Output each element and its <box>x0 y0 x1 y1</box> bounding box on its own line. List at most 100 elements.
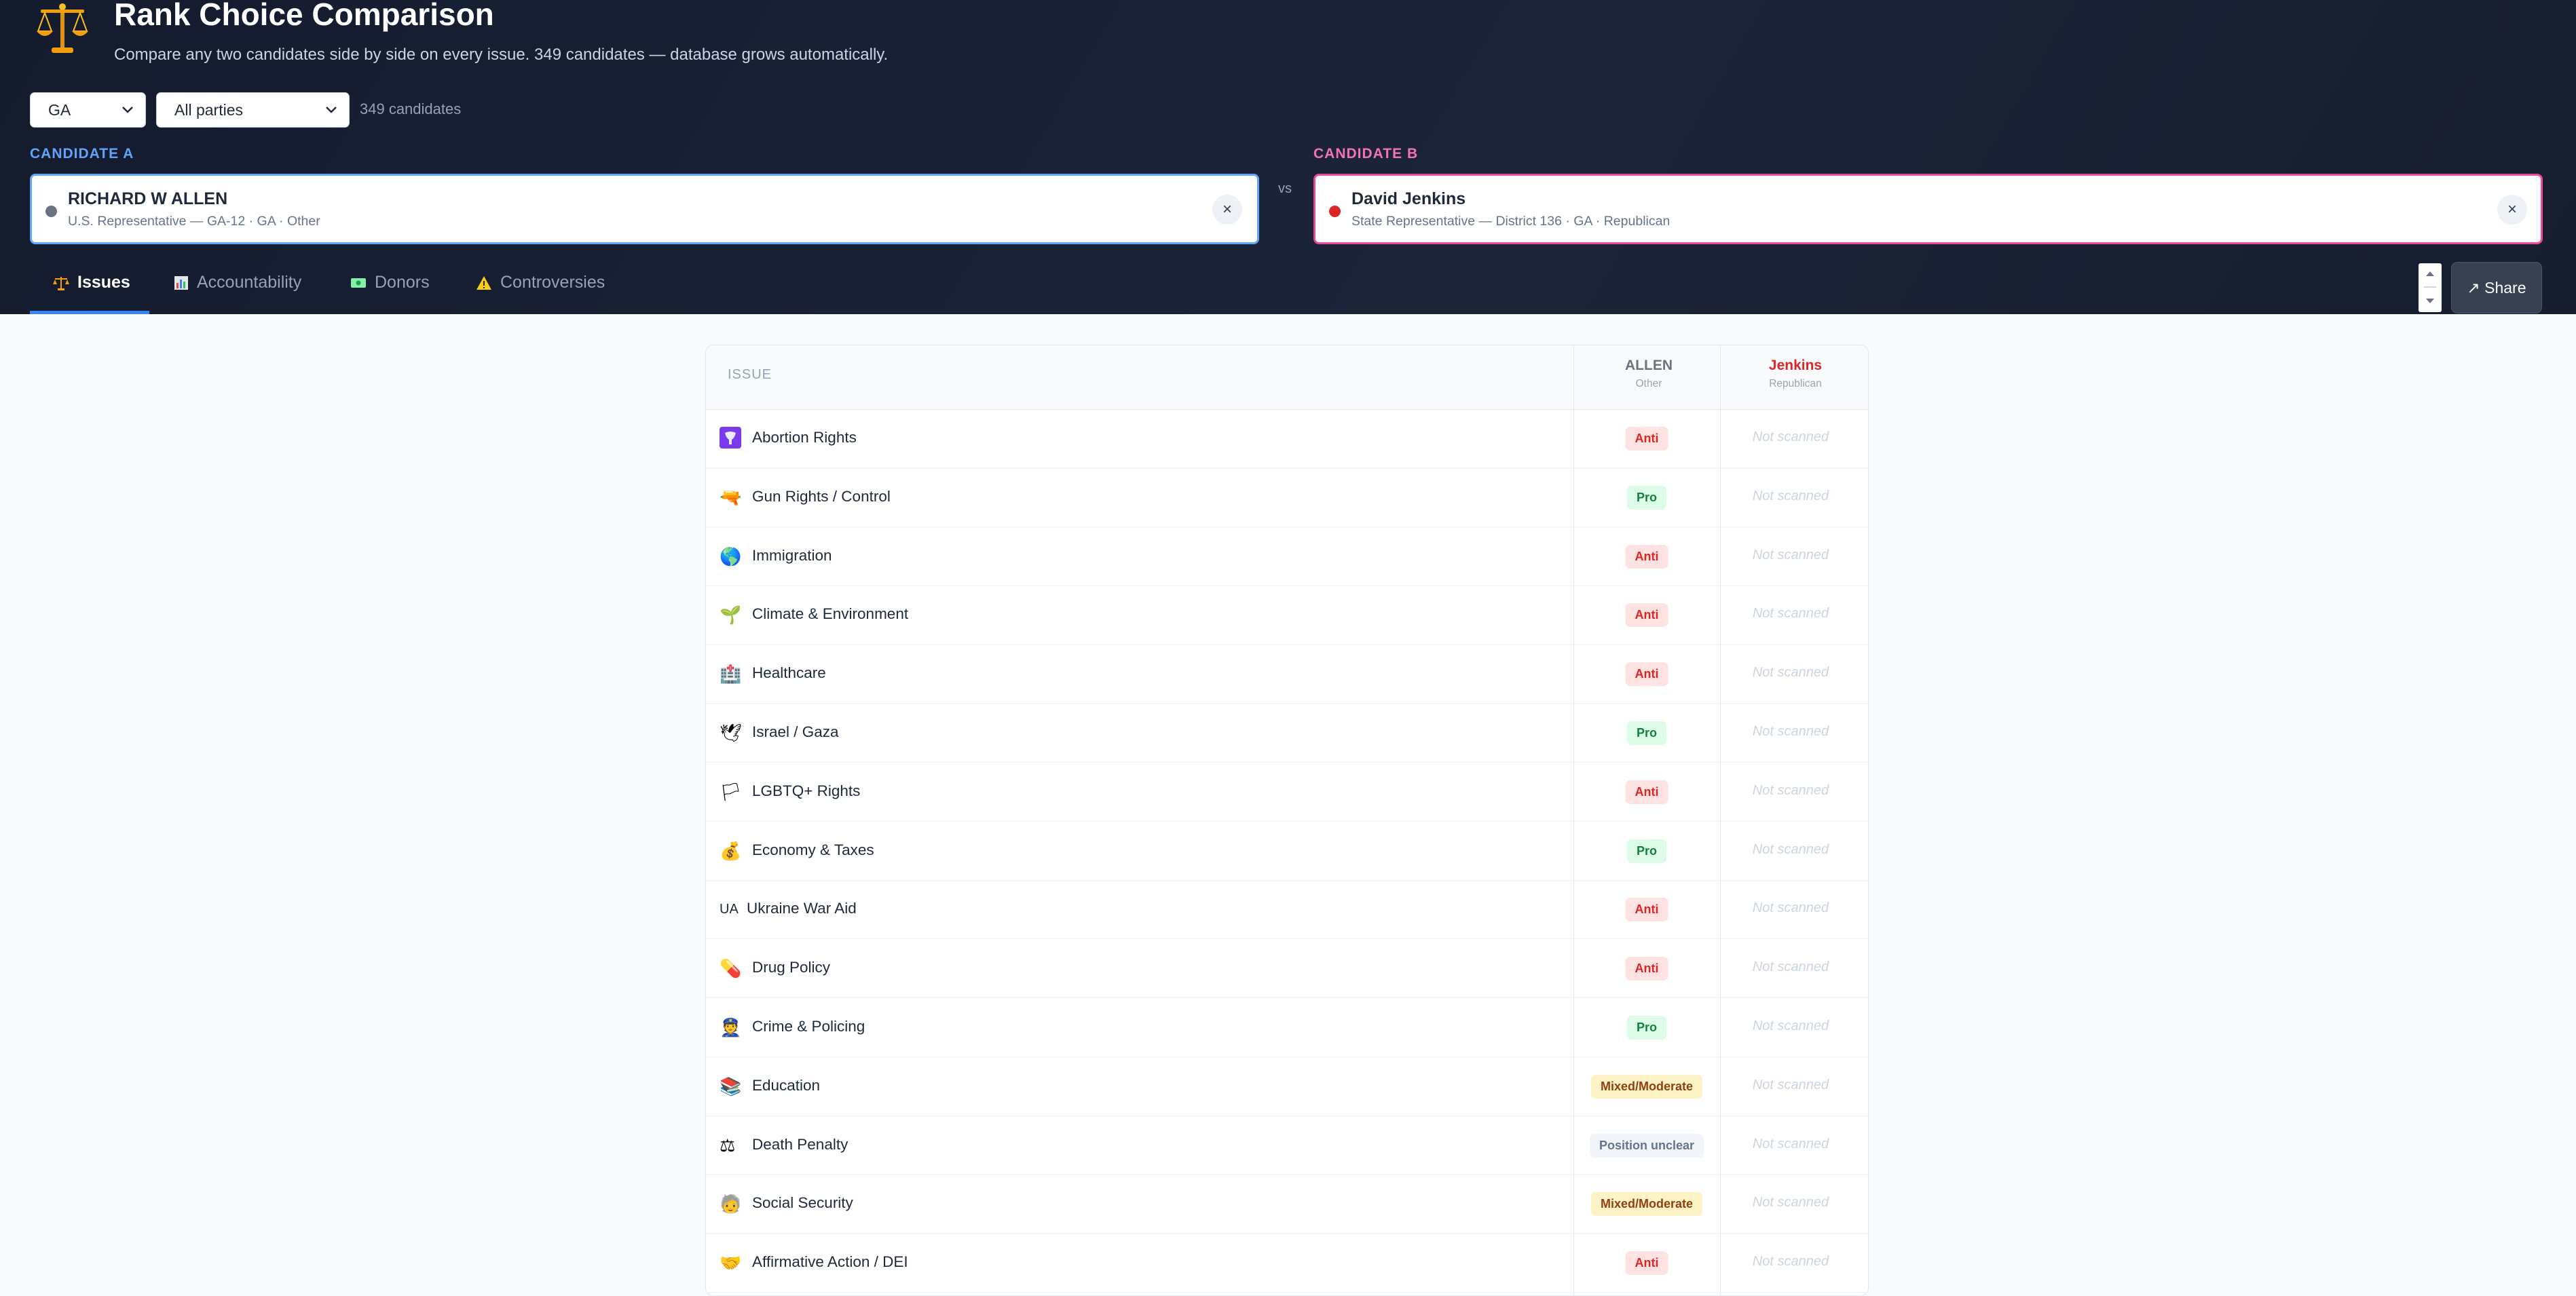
stance-badge: Pro <box>1626 721 1667 745</box>
state-select[interactable]: GA <box>30 92 146 128</box>
candidate-b-stance: Not scanned <box>1752 1077 1829 1092</box>
stance-badge: Anti <box>1625 780 1668 804</box>
candidate-a-stance-cell: Mixed/Moderate <box>1573 1057 1720 1116</box>
candidate-b-stance: Not scanned <box>1752 959 1829 975</box>
candidate-a-stance-cell: Anti <box>1573 586 1720 644</box>
candidate-b-stance: Not scanned <box>1752 1195 1829 1211</box>
candidate-b-stance: Not scanned <box>1752 1018 1829 1033</box>
stance-badge: Anti <box>1625 1251 1668 1276</box>
tab-issues[interactable]: Issues <box>53 273 130 292</box>
globe-icon: 🌎 <box>720 546 742 567</box>
table-row: 🏳 LGBTQ+ Rights Anti Not scanned <box>706 763 1868 822</box>
table-row: 🤝 Affirmative Action / DEI Anti Not scanned <box>706 1234 1868 1293</box>
table-row: 🧓 Social Security Mixed/Moderate Not scanne… <box>706 1175 1868 1234</box>
issue-name: Affirmative Action / DEI <box>752 1253 908 1271</box>
active-tab-indicator <box>30 311 149 314</box>
stance-badge: Anti <box>1625 427 1668 451</box>
comparison-table: ISSUE ALLEN Other Jenkins Republican Abo… <box>705 345 1869 1296</box>
table-row: 💰 Economy & Taxes Pro Not scanned <box>706 822 1868 881</box>
stance-badge: Anti <box>1625 898 1668 922</box>
issue-name: Social Security <box>752 1194 853 1212</box>
tab-accountability[interactable]: Accountability <box>174 273 301 292</box>
candidate-count: 349 candidates <box>360 100 462 117</box>
page-subtitle: Compare any two candidates side by side … <box>114 45 889 64</box>
candidate-a-stance-cell: Pro <box>1573 704 1720 762</box>
clear-candidate-a-button[interactable]: × <box>1212 195 1242 225</box>
table-row: 🌱 Climate & Environment Anti Not scanned <box>706 586 1868 645</box>
candidate-a-stance-cell: Anti <box>1573 409 1720 468</box>
candidate-a-meta: U.S. Representative — GA-12 · GA · Other <box>68 214 320 229</box>
scroll-control[interactable] <box>2419 263 2442 312</box>
stance-badge: Position unclear <box>1589 1133 1704 1158</box>
column-b-name: Jenkins <box>1768 358 1823 373</box>
state-select-value: GA <box>48 101 71 119</box>
hospital-icon: 🏥 <box>720 664 742 685</box>
candidate-a-picker[interactable]: RICHARD W ALLEN U.S. Representative — GA… <box>30 174 1259 244</box>
scroll-arrows-icon <box>2424 271 2436 303</box>
candidate-b-name: David Jenkins <box>1351 189 1466 208</box>
table-row: Abortion Rights Anti Not scanned <box>706 409 1868 468</box>
tab-controversies-label: Controversies <box>500 273 605 292</box>
issue-name: Ukraine War Aid <box>747 900 857 917</box>
older-person-icon: 🧓 <box>720 1194 742 1215</box>
candidate-a-stance-cell: Anti <box>1573 763 1720 821</box>
bar-chart-icon <box>174 275 188 290</box>
table-row: 💊 Drug Policy Anti Not scanned <box>706 939 1868 999</box>
candidate-a-stance-cell: Pro <box>1573 468 1720 527</box>
app-header: Rank Choice Comparison Compare any two c… <box>0 0 2576 314</box>
handshake-icon: 🤝 <box>720 1253 742 1274</box>
party-select[interactable]: All parties <box>156 92 350 128</box>
table-row: 🏥 Healthcare Anti Not scanned <box>706 645 1868 704</box>
party-dot <box>45 206 57 217</box>
tab-accountability-label: Accountability <box>197 273 302 292</box>
table-row: 👮 Crime & Policing Pro Not scanned <box>706 998 1868 1057</box>
candidate-a-column-header: ALLEN Other <box>1575 358 1722 390</box>
money-icon <box>351 278 366 288</box>
police-officer-icon: 👮 <box>720 1017 742 1037</box>
candidate-b-stance: Not scanned <box>1752 724 1829 739</box>
stance-badge: Anti <box>1625 544 1668 569</box>
scales-icon: ⚖ <box>720 1135 736 1156</box>
candidate-b-stance: Not scanned <box>1752 1136 1829 1151</box>
candidate-b-stance: Not scanned <box>1752 900 1829 916</box>
page-title: Rank Choice Comparison <box>114 0 494 32</box>
rainbow-flag-icon: 🏳 <box>720 781 743 802</box>
tab-issues-label: Issues <box>77 273 130 292</box>
issue-name: Drug Policy <box>752 959 831 976</box>
issue-name: Gun Rights / Control <box>752 487 891 505</box>
tab-controversies[interactable]: Controversies <box>476 273 605 292</box>
candidate-b-stance: Not scanned <box>1752 782 1829 798</box>
scales-icon <box>53 276 69 290</box>
uterus-icon <box>720 427 741 449</box>
candidate-b-picker[interactable]: David Jenkins State Representative — Dis… <box>1313 174 2543 244</box>
issue-name: Healthcare <box>752 664 826 682</box>
candidate-a-stance-cell: Anti <box>1573 880 1720 938</box>
candidate-a-stance-cell: Anti <box>1573 527 1720 586</box>
issue-name: Immigration <box>752 546 832 564</box>
party-select-value: All parties <box>174 101 243 119</box>
clear-candidate-b-button[interactable]: × <box>2497 195 2527 225</box>
table-header: ISSUE ALLEN Other Jenkins Republican <box>706 345 1868 410</box>
candidate-b-meta: State Representative — District 136 · GA… <box>1351 214 1670 229</box>
column-a-party: Other <box>1635 378 1662 389</box>
column-b-party: Republican <box>1769 378 1822 389</box>
candidate-a-label: CANDIDATE A <box>30 146 134 161</box>
issue-name: Climate & Environment <box>752 605 909 623</box>
candidate-b-stance: Not scanned <box>1752 488 1829 503</box>
chevron-down-icon <box>326 107 337 113</box>
candidate-b-label: CANDIDATE B <box>1313 146 1419 161</box>
tab-donors[interactable]: Donors <box>350 273 430 292</box>
issue-name: Abortion Rights <box>752 429 857 446</box>
issue-name: Death Penalty <box>752 1135 848 1153</box>
column-a-name: ALLEN <box>1625 358 1673 373</box>
water-gun-icon: 🔫 <box>720 487 742 508</box>
candidate-a-stance-cell: Position unclear <box>1573 1116 1720 1175</box>
issue-name: Education <box>752 1076 821 1094</box>
stance-badge: Pro <box>1626 485 1667 510</box>
money-bag-icon: 💰 <box>720 840 742 861</box>
candidate-a-stance-cell: Pro <box>1573 822 1720 880</box>
share-button[interactable]: ↗ Share <box>2451 262 2542 313</box>
stance-badge: Mixed/Moderate <box>1590 1074 1703 1099</box>
issue-name: LGBTQ+ Rights <box>752 782 861 799</box>
stance-badge: Anti <box>1625 957 1668 981</box>
